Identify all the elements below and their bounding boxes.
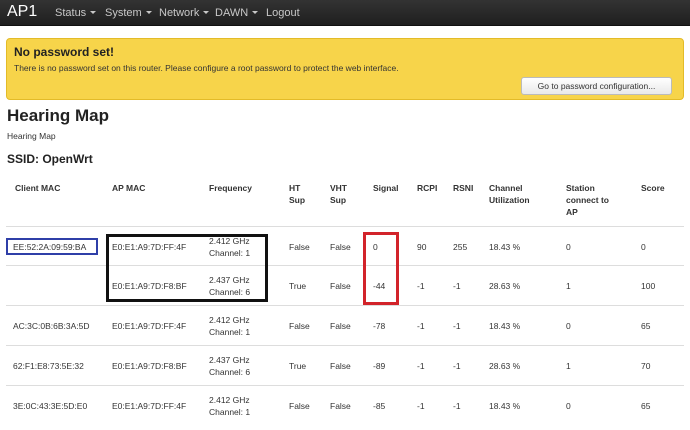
header-frequency: Frequency: [209, 183, 252, 193]
cell-ap-mac: E0:E1:A9:7D:F8:BF: [112, 361, 187, 371]
cell-vht-sup: False: [330, 321, 351, 331]
cell-signal: -85: [373, 401, 386, 411]
cell-rsni: -1: [453, 281, 461, 291]
header-channel-utilization: Channel Utilization: [489, 182, 530, 206]
cell-station-connect: 1: [566, 361, 571, 371]
cell-channel-utilization: 28.63 %: [489, 361, 521, 371]
cell-channel: Channel: 1: [209, 327, 251, 337]
row-divider: [6, 385, 684, 386]
cell-ht-sup: False: [289, 242, 310, 252]
cell-vht-sup: False: [330, 401, 351, 411]
cell-score: 65: [641, 321, 651, 331]
caret-down-icon: [203, 11, 210, 14]
cell-vht-sup: False: [330, 242, 351, 252]
header-ap-mac: AP MAC: [112, 183, 146, 193]
cell-rcpi: -1: [417, 401, 425, 411]
header-score: Score: [641, 183, 665, 193]
cell-rsni: -1: [453, 361, 461, 371]
header-station-line1: Station: [566, 183, 595, 193]
cell-channel-utilization: 18.43 %: [489, 321, 521, 331]
header-util-line1: Channel: [489, 183, 523, 193]
header-ht-sup: HT Sup: [289, 182, 305, 206]
ssid-heading: SSID: OpenWrt: [7, 152, 93, 166]
cell-rcpi: -1: [417, 321, 425, 331]
cell-rsni: -1: [453, 401, 461, 411]
cell-ht-sup: True: [289, 281, 307, 291]
nav-status-label: Status: [55, 7, 87, 19]
password-alert: No password set! There is no password se…: [6, 38, 684, 100]
cell-frequency: 2.437 GHz: [209, 355, 250, 365]
header-station-line2: connect to: [566, 195, 609, 205]
header-rcpi: RCPI: [417, 183, 438, 193]
cell-ht-sup: False: [289, 401, 310, 411]
highlight-ap-frequency-box: [106, 234, 268, 302]
password-config-button[interactable]: Go to password configuration...: [521, 77, 672, 95]
header-vht-sup: VHT Sup: [330, 182, 347, 206]
cell-client-mac: 3E:0C:43:3E:5D:E0: [13, 401, 88, 411]
cell-client-mac: 62:F1:E8:73:5E:32: [13, 361, 84, 371]
cell-vht-sup: False: [330, 361, 351, 371]
nav-logout[interactable]: Logout: [266, 7, 300, 19]
cell-ap-mac: E0:E1:A9:7D:FF:4F: [112, 321, 187, 331]
brand-name[interactable]: AP1: [7, 3, 37, 21]
cell-rsni: -1: [453, 321, 461, 331]
cell-ht-sup: True: [289, 361, 307, 371]
cell-station-connect: 0: [566, 401, 571, 411]
alert-text: There is no password set on this router.…: [14, 63, 399, 73]
nav-dawn-label: DAWN: [215, 7, 249, 19]
cell-ap-mac: E0:E1:A9:7D:FF:4F: [112, 401, 187, 411]
nav-network-label: Network: [159, 7, 200, 19]
cell-channel-utilization: 28.63 %: [489, 281, 521, 291]
nav-dawn[interactable]: DAWN: [215, 7, 259, 19]
top-navbar: AP1 Status System Network DAWN Logout: [0, 0, 690, 26]
cell-rsni: 255: [453, 242, 468, 252]
cell-frequency: 2.412 GHz: [209, 395, 250, 405]
cell-score: 65: [641, 401, 651, 411]
cell-rcpi: 90: [417, 242, 427, 252]
cell-client-mac: AC:3C:0B:6B:3A:5D: [13, 321, 90, 331]
cell-station-connect: 0: [566, 242, 571, 252]
cell-ht-sup: False: [289, 321, 310, 331]
header-rsni: RSNI: [453, 183, 474, 193]
page-description: Hearing Map: [7, 131, 56, 141]
nav-system[interactable]: System: [105, 7, 152, 19]
nav-network[interactable]: Network: [159, 7, 210, 19]
cell-station-connect: 0: [566, 321, 571, 331]
row-divider: [6, 226, 684, 227]
cell-rcpi: -1: [417, 281, 425, 291]
alert-title: No password set!: [14, 45, 115, 59]
row-divider: [6, 305, 684, 306]
cell-channel: Channel: 6: [209, 367, 251, 377]
cell-channel: Channel: 1: [209, 407, 251, 417]
cell-frequency: 2.412 GHz: [209, 315, 250, 325]
header-signal: Signal: [373, 183, 399, 193]
cell-station-connect: 1: [566, 281, 571, 291]
nav-system-label: System: [105, 7, 142, 19]
highlight-signal-box: [363, 232, 399, 305]
header-station-connect: Station connect to AP: [566, 182, 609, 218]
row-divider: [6, 345, 684, 346]
header-station-line3: AP: [566, 207, 578, 217]
caret-down-icon: [90, 11, 97, 14]
cell-channel-utilization: 18.43 %: [489, 401, 521, 411]
cell-score: 100: [641, 281, 656, 291]
cell-score: 70: [641, 361, 651, 371]
header-client-mac: Client MAC: [15, 183, 61, 193]
nav-status[interactable]: Status: [55, 7, 97, 19]
caret-down-icon: [252, 11, 259, 14]
caret-down-icon: [145, 11, 152, 14]
header-vht-sup-line1: VHT: [330, 183, 347, 193]
header-vht-sup-line2: Sup: [330, 195, 347, 205]
page-title: Hearing Map: [7, 106, 110, 125]
highlight-client-mac-box: [6, 238, 98, 255]
cell-rcpi: -1: [417, 361, 425, 371]
cell-channel-utilization: 18.43 %: [489, 242, 521, 252]
cell-signal: -89: [373, 361, 386, 371]
header-ht-sup-line1: HT: [289, 183, 301, 193]
cell-vht-sup: False: [330, 281, 351, 291]
header-util-line2: Utilization: [489, 195, 530, 205]
cell-score: 0: [641, 242, 646, 252]
header-ht-sup-line2: Sup: [289, 195, 306, 205]
cell-signal: -78: [373, 321, 386, 331]
